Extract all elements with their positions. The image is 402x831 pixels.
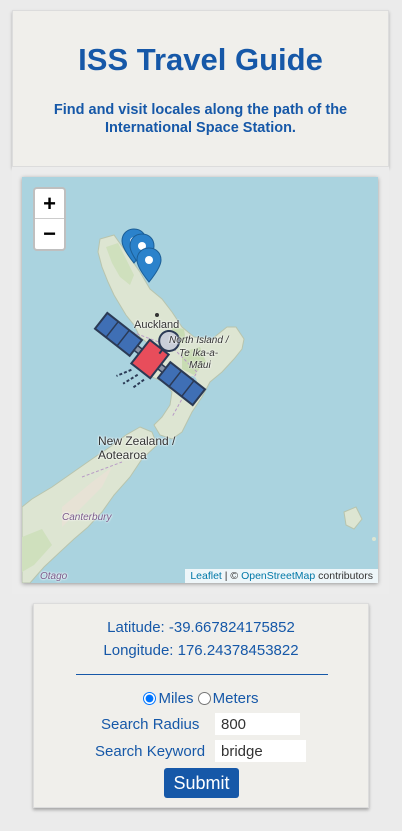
search-radius-label: Search Radius (101, 716, 200, 733)
miles-label: Miles (158, 690, 194, 707)
map[interactable]: Auckland North Island / Te Ika-a- Māui N… (22, 177, 378, 583)
meters-radio[interactable] (197, 692, 211, 705)
attribution-separator: | © (221, 570, 242, 582)
map-label-north-island-3: Māui (189, 360, 211, 371)
search-radius-input[interactable] (215, 713, 300, 735)
map-label-new-zealand: New Zealand / (98, 434, 176, 448)
search-keyword-label: Search Keyword (95, 743, 206, 760)
search-keyword-input[interactable] (215, 740, 306, 762)
map-label-canterbury: Canterbury (62, 512, 112, 523)
radius-row: Search Radius (34, 713, 368, 737)
leaflet-link[interactable]: Leaflet (190, 570, 222, 582)
miles-radio[interactable] (143, 692, 157, 705)
map-attribution: Leaflet | © OpenStreetMap contributors (185, 569, 378, 583)
map-label-north-island: North Island / (169, 335, 229, 346)
submit-button[interactable]: Submit (164, 768, 239, 798)
search-panel: Latitude: -39.667824175852 Longitude: 17… (33, 603, 369, 808)
map-label-auckland: Auckland (134, 319, 180, 331)
meters-label: Meters (212, 690, 259, 707)
map-label-otago: Otago (40, 571, 68, 582)
keyword-row: Search Keyword (34, 740, 368, 764)
page-subtitle: Find and visit locales along the path of… (53, 102, 348, 136)
longitude-readout: Longitude: 176.24378453822 (103, 642, 299, 659)
zoom-out-button[interactable]: − (35, 219, 64, 249)
divider (76, 674, 328, 675)
zoom-control: + − (33, 187, 66, 251)
osm-link[interactable]: OpenStreetMap (241, 570, 315, 582)
attribution-contributors: contributors (315, 570, 373, 582)
units-selector: Miles Meters (34, 690, 368, 707)
latitude-readout: Latitude: -39.667824175852 (107, 619, 295, 636)
map-label-north-island-2: Te Ika-a- (179, 348, 219, 359)
page-title: ISS Travel Guide (78, 42, 323, 77)
map-label-aotearoa: Aotearoa (98, 448, 147, 462)
zoom-in-button[interactable]: + (35, 189, 64, 219)
header-card: ISS Travel Guide Find and visit locales … (12, 10, 389, 167)
